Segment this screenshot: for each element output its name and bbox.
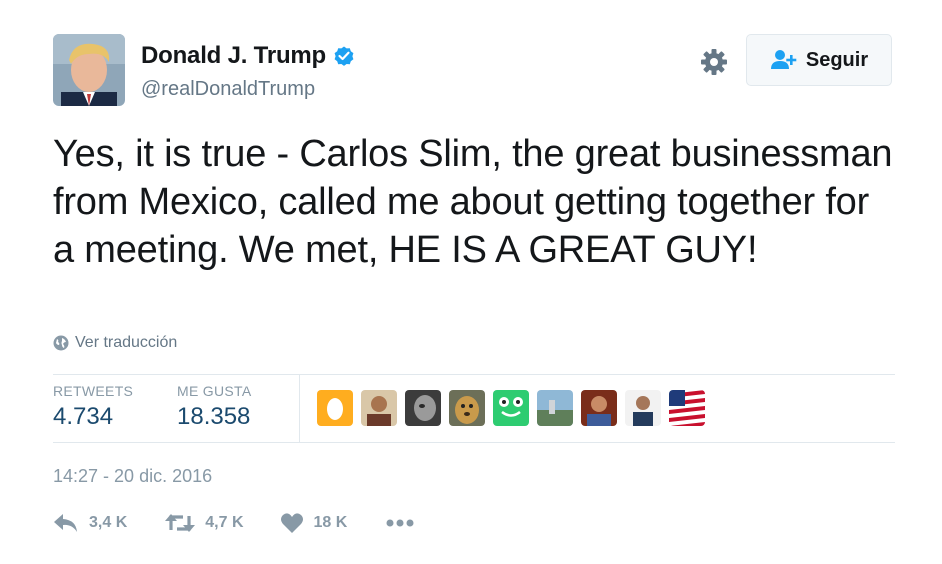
grayscale-face-avatar[interactable] — [405, 390, 441, 426]
likers-list — [317, 390, 713, 426]
retweets-label: RETWEETS — [53, 383, 134, 399]
divider — [53, 442, 895, 443]
suited-man-avatar[interactable] — [625, 390, 661, 426]
user-handle[interactable]: @realDonaldTrump — [141, 78, 315, 101]
more-options-button[interactable] — [385, 518, 425, 528]
reply-count: 3,4 K — [89, 514, 128, 531]
person-avatar[interactable] — [581, 390, 617, 426]
retweets-value: 4.734 — [53, 403, 114, 430]
translate-link[interactable]: Ver traducción — [53, 334, 177, 352]
reply-icon — [54, 514, 77, 532]
tweet-text: Yes, it is true - Carlos Slim, the great… — [53, 133, 893, 271]
action-bar: 3,4 K 4,7 K 18 K — [53, 512, 425, 534]
likes-stat[interactable]: ME GUSTA 18.358 — [177, 383, 251, 431]
add-user-icon — [770, 50, 797, 69]
likes-label: ME GUSTA — [177, 383, 252, 399]
user-name-row[interactable]: Donald J. Trump — [141, 42, 356, 70]
gear-icon[interactable] — [700, 48, 728, 76]
divider — [53, 374, 895, 375]
more-icon — [386, 519, 414, 527]
follow-button[interactable]: Seguir — [746, 34, 892, 86]
tweet-timestamp[interactable]: 14:27 - 20 dic. 2016 — [53, 466, 212, 487]
landscape-avatar[interactable] — [537, 390, 573, 426]
verified-badge-icon — [332, 44, 356, 68]
retweet-button[interactable]: 4,7 K — [165, 512, 244, 534]
translate-label: Ver traducción — [75, 334, 178, 351]
reply-button[interactable]: 3,4 K — [53, 512, 127, 534]
frog-logo-avatar[interactable] — [493, 390, 529, 426]
like-count: 18 K — [313, 514, 348, 531]
dog-avatar[interactable] — [449, 390, 485, 426]
display-name[interactable]: Donald J. Trump — [141, 42, 326, 70]
likes-value: 18.358 — [177, 403, 251, 430]
man-avatar[interactable] — [361, 390, 397, 426]
like-button[interactable]: 18 K — [280, 512, 348, 534]
globe-icon — [53, 335, 69, 351]
egg-avatar[interactable] — [317, 390, 353, 426]
profile-avatar[interactable] — [53, 34, 125, 106]
stats-divider — [299, 374, 300, 442]
retweets-stat[interactable]: RETWEETS 4.734 — [53, 383, 133, 431]
retweet-icon — [165, 514, 196, 532]
heart-icon — [280, 513, 303, 533]
retweet-count: 4,7 K — [205, 514, 244, 531]
us-flag-avatar[interactable] — [669, 390, 705, 426]
follow-label: Seguir — [805, 48, 869, 71]
